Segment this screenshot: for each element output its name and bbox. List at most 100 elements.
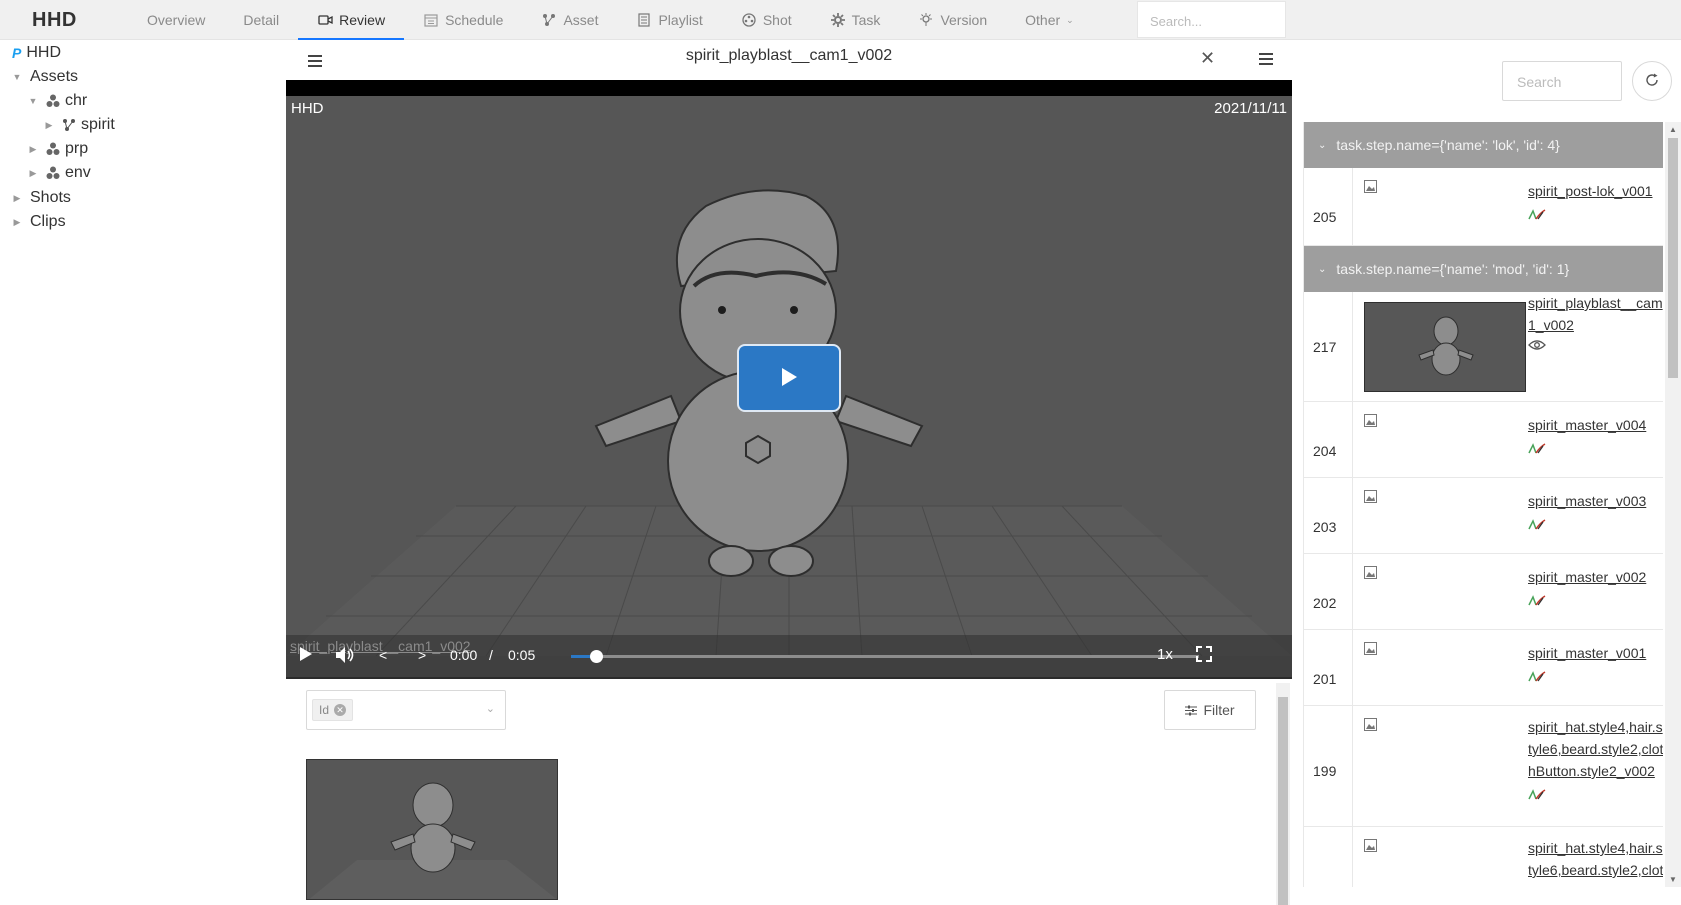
tree-node-assets[interactable]: ▼ Assets bbox=[12, 65, 78, 89]
task-icon bbox=[830, 12, 846, 28]
scroll-down-icon[interactable]: ▼ bbox=[1669, 875, 1677, 884]
play-icon[interactable] bbox=[299, 646, 313, 665]
tree-node-spirit[interactable]: ▶ spirit bbox=[44, 113, 115, 137]
version-name-link[interactable]: spirit_master_v004 bbox=[1528, 414, 1663, 436]
scroll-up-icon[interactable]: ▲ bbox=[1669, 125, 1677, 134]
scrollbar-thumb[interactable] bbox=[1278, 697, 1288, 905]
progress-bar[interactable] bbox=[571, 650, 1199, 663]
playlist-icon bbox=[636, 12, 652, 28]
version-row-selected[interactable]: 217 spirit_playblast__cam1_v002 bbox=[1304, 292, 1663, 402]
caret-right-icon[interactable]: ▶ bbox=[28, 144, 38, 155]
tree-node-env[interactable]: ▶ env bbox=[28, 161, 91, 185]
filter-tag: Id ✕ bbox=[312, 699, 354, 721]
scrollbar-thumb[interactable] bbox=[1668, 138, 1678, 378]
volume-icon[interactable] bbox=[335, 646, 355, 667]
nav-shot[interactable]: Shot bbox=[722, 0, 811, 40]
version-name-link[interactable]: spirit_master_v003 bbox=[1528, 490, 1663, 512]
playback-speed[interactable]: 1x bbox=[1157, 646, 1173, 663]
menu-icon[interactable] bbox=[1259, 53, 1273, 65]
prev-frame-icon[interactable]: < bbox=[379, 647, 387, 663]
nav-task-label: Task bbox=[851, 12, 881, 28]
tree-node-chr[interactable]: ▼ chr bbox=[28, 89, 88, 113]
global-search-input[interactable]: Search... bbox=[1137, 1, 1286, 38]
nav-review[interactable]: Review bbox=[298, 0, 404, 40]
status-edit-icon[interactable] bbox=[1528, 595, 1546, 606]
version-name-link[interactable]: spirit_master_v001 bbox=[1528, 642, 1663, 664]
tree-node-prp-label: prp bbox=[65, 140, 89, 157]
version-search-input[interactable]: Search bbox=[1502, 61, 1622, 101]
overlay-project-label: HHD bbox=[291, 100, 324, 117]
status-edit-icon[interactable] bbox=[1528, 443, 1546, 454]
tree-node-root[interactable]: P HHD bbox=[12, 41, 61, 65]
version-name-link[interactable]: spirit_post-lok_v001 bbox=[1528, 180, 1663, 202]
nav-version[interactable]: Version bbox=[899, 0, 1006, 40]
image-icon bbox=[1364, 180, 1377, 193]
caret-right-icon[interactable]: ▶ bbox=[12, 193, 22, 204]
tree-node-prp[interactable]: ▶ prp bbox=[28, 137, 89, 161]
remove-tag-icon[interactable]: ✕ bbox=[334, 704, 347, 716]
status-edit-icon[interactable] bbox=[1528, 209, 1546, 220]
version-id: 205 bbox=[1304, 168, 1353, 245]
version-name-link[interactable]: spirit_hat.style4,hair.style6,beard.styl… bbox=[1528, 716, 1663, 782]
nav-schedule-label: Schedule bbox=[445, 12, 504, 28]
nav-playlist[interactable]: Playlist bbox=[617, 0, 721, 40]
nav-overview[interactable]: Overview bbox=[128, 0, 224, 40]
tree-node-assets-label: Assets bbox=[30, 68, 79, 85]
eye-icon[interactable] bbox=[1528, 339, 1546, 351]
tree-node-shots[interactable]: ▶ Shots bbox=[12, 186, 71, 210]
progress-knob[interactable] bbox=[590, 650, 604, 663]
version-list-scrollbar[interactable]: ▲ ▼ bbox=[1665, 122, 1681, 887]
version-thumbnail-card[interactable] bbox=[306, 759, 558, 900]
version-id: 202 bbox=[1304, 554, 1353, 629]
version-row[interactable]: 201 spirit_master_v001 bbox=[1304, 630, 1663, 706]
version-row[interactable]: 199 spirit_hat.style4,hair.style6,beard.… bbox=[1304, 706, 1663, 827]
nav-asset[interactable]: Asset bbox=[522, 0, 617, 40]
tree-node-clips[interactable]: ▶ Clips bbox=[12, 210, 66, 234]
video-player[interactable]: HHD 2021/11/11 spirit_playblast__cam1_v0… bbox=[286, 80, 1292, 679]
fullscreen-icon[interactable] bbox=[1196, 646, 1212, 665]
version-row[interactable]: spirit_hat.style4,hair.style6,beard.styl… bbox=[1304, 827, 1663, 887]
project-tree: P HHD ▼ Assets ▼ chr ▶ spirit ▶ prp ▶ en… bbox=[0, 40, 285, 905]
nav-detail[interactable]: Detail bbox=[224, 0, 298, 40]
chevron-down-icon: ⌄ bbox=[1066, 14, 1074, 25]
version-row[interactable]: 205 spirit_post-lok_v001 bbox=[1304, 168, 1663, 246]
status-edit-icon[interactable] bbox=[1528, 519, 1546, 530]
version-row[interactable]: 204 spirit_master_v004 bbox=[1304, 402, 1663, 478]
player-title: spirit_playblast__cam1_v002 bbox=[685, 47, 893, 64]
filter-field-select[interactable]: Id ✕ ⌄ bbox=[306, 690, 506, 730]
nav-schedule[interactable]: Schedule bbox=[404, 0, 522, 40]
refresh-icon bbox=[1645, 73, 1659, 90]
version-name-link[interactable]: spirit_hat.style4,hair.style6,beard.styl… bbox=[1528, 837, 1663, 881]
player-header: spirit_playblast__cam1_v002 bbox=[286, 40, 1292, 80]
close-icon[interactable]: ✕ bbox=[1200, 48, 1215, 69]
caret-down-icon[interactable]: ▼ bbox=[28, 96, 38, 106]
version-row[interactable]: 202 spirit_master_v002 bbox=[1304, 554, 1663, 630]
thumbnail-image bbox=[307, 760, 557, 899]
status-edit-icon[interactable] bbox=[1528, 789, 1546, 800]
nav-review-label: Review bbox=[339, 12, 386, 28]
tree-node-env-label: env bbox=[65, 164, 91, 181]
caret-down-icon[interactable]: ▼ bbox=[12, 72, 22, 82]
group-header-mod[interactable]: ⌄ task.step.name={'name': 'mod', 'id': 1… bbox=[1304, 246, 1663, 292]
refresh-button[interactable] bbox=[1632, 61, 1672, 101]
caret-right-icon[interactable]: ▶ bbox=[44, 120, 54, 131]
version-name-link[interactable]: spirit_playblast__cam1_v002 bbox=[1528, 292, 1663, 338]
caret-right-icon[interactable]: ▶ bbox=[28, 168, 38, 179]
nav-task[interactable]: Task bbox=[811, 0, 900, 40]
tree-node-shots-label: Shots bbox=[30, 189, 71, 206]
center-scrollbar[interactable] bbox=[1276, 683, 1290, 905]
version-row[interactable]: 203 spirit_master_v003 bbox=[1304, 478, 1663, 554]
big-play-button[interactable] bbox=[737, 344, 841, 412]
nav-other[interactable]: Other ⌄ bbox=[1006, 0, 1093, 40]
filter-button[interactable]: Filter bbox=[1164, 690, 1256, 730]
version-id bbox=[1304, 827, 1353, 887]
status-edit-icon[interactable] bbox=[1528, 671, 1546, 682]
caret-right-icon[interactable]: ▶ bbox=[12, 217, 22, 228]
next-frame-icon[interactable]: > bbox=[418, 647, 426, 663]
app-brand[interactable]: HHD bbox=[32, 9, 77, 32]
tree-node-clips-label: Clips bbox=[30, 213, 66, 230]
version-list: ⌄ task.step.name={'name': 'lok', 'id': 4… bbox=[1303, 122, 1663, 887]
nav-detail-label: Detail bbox=[243, 12, 280, 28]
group-header-lok[interactable]: ⌄ task.step.name={'name': 'lok', 'id': 4… bbox=[1304, 122, 1663, 168]
version-name-link[interactable]: spirit_master_v002 bbox=[1528, 566, 1663, 588]
